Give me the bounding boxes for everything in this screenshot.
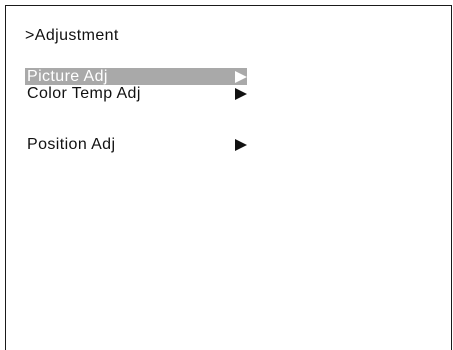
- menu-item-color-temp-adj[interactable]: Color Temp Adj: [25, 85, 247, 102]
- osd-menu-frame: [5, 5, 452, 350]
- right-triangle-icon: [235, 88, 247, 100]
- menu-item-label: Position Adj: [27, 136, 116, 153]
- menu-item-label: Picture Adj: [27, 68, 108, 85]
- right-triangle-icon: [235, 71, 247, 83]
- menu-title: >Adjustment: [25, 27, 119, 44]
- menu-item-label: Color Temp Adj: [27, 85, 141, 102]
- menu-item-picture-adj[interactable]: Picture Adj: [25, 68, 247, 85]
- menu-item-position-adj[interactable]: Position Adj: [25, 136, 247, 153]
- right-triangle-icon: [235, 139, 247, 151]
